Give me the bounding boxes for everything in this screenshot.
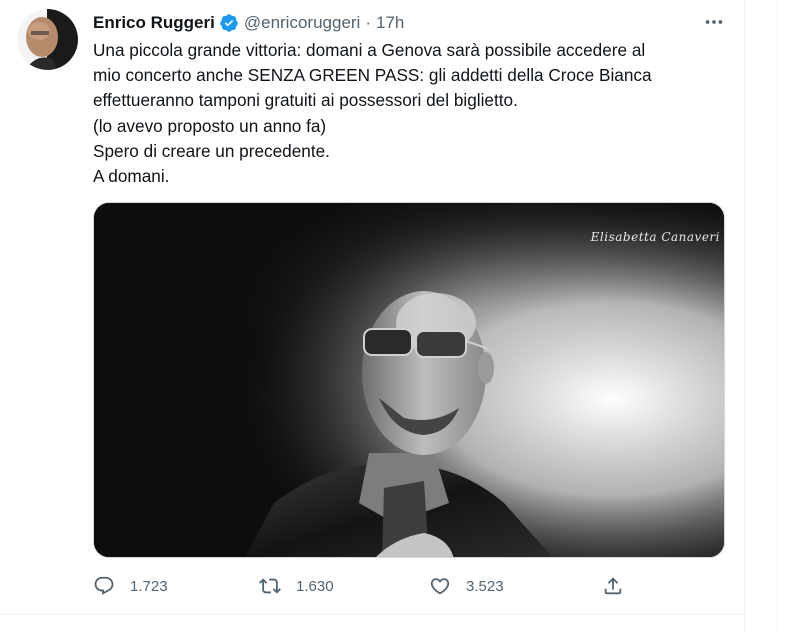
photo-watermark: Elisabetta Canaveri (590, 230, 720, 244)
tweet-text: Una piccola grande vittoria: domani a Ge… (93, 38, 733, 189)
verified-badge-icon (219, 13, 239, 33)
right-sidebar-edge (745, 0, 792, 632)
share-button[interactable] (602, 574, 624, 598)
share-icon (604, 577, 622, 595)
divider (0, 614, 745, 615)
tweet-text-line: Una piccola grande vittoria: domani a Ge… (93, 40, 646, 60)
like-button[interactable]: 3.523 (429, 574, 504, 598)
tweet-header: Enrico Ruggeri @enricoruggeri · 17h (93, 12, 404, 34)
reply-icon (94, 576, 114, 595)
reply-count: 1.723 (130, 577, 168, 595)
divider (777, 0, 778, 632)
tweet-text-line: Spero di creare un precedente. (93, 140, 330, 161)
retweet-button[interactable]: 1.630 (259, 574, 334, 598)
avatar[interactable] (17, 9, 78, 70)
tweet-actions: 1.723 1.630 3.523 (93, 574, 633, 598)
reply-button[interactable]: 1.723 (93, 574, 168, 598)
page: Enrico Ruggeri @enricoruggeri · 17h Una … (0, 0, 792, 632)
separator-dot: · (365, 13, 372, 32)
tweet-photo[interactable]: Elisabetta Canaveri (93, 202, 725, 558)
user-handle[interactable]: @enricoruggeri (244, 12, 360, 34)
more-options-icon[interactable] (700, 10, 728, 34)
tweet-text-line: mio concerto anche SENZA GREEN PASS: gli… (93, 65, 652, 86)
tweet-card[interactable]: Enrico Ruggeri @enricoruggeri · 17h Una … (0, 0, 745, 632)
retweet-count: 1.630 (296, 577, 334, 595)
display-name[interactable]: Enrico Ruggeri (93, 12, 215, 34)
tweet-text-line: effettueranno tamponi gratuiti ai posses… (93, 90, 518, 111)
tweet-text-line: A domani. (93, 166, 170, 187)
like-count: 3.523 (466, 577, 504, 595)
heart-icon (430, 578, 450, 595)
tweet-timestamp[interactable]: 17h (376, 12, 404, 34)
tweet-text-line: (lo avevo proposto un anno fa) (93, 115, 327, 136)
retweet-icon (259, 578, 281, 594)
